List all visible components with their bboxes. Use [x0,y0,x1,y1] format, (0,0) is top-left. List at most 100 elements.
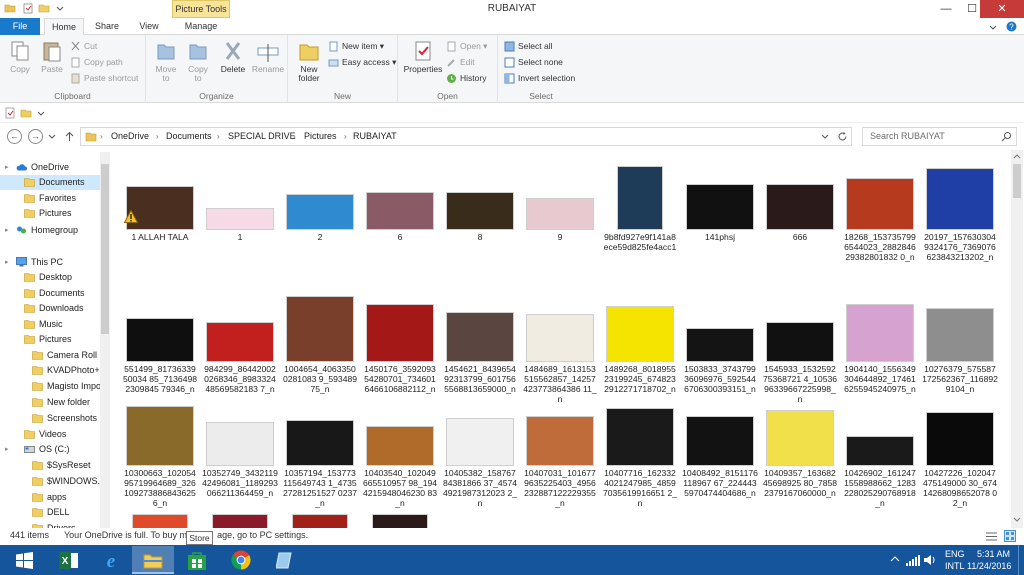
rename-button[interactable]: Rename [250,39,286,74]
minimize-button[interactable]: — [932,0,960,18]
clock-date[interactable]: 11/24/2016 [967,561,1011,571]
input-language[interactable]: ENG [945,549,965,559]
file-item[interactable]: 10409357_16368245698925 80_7858237916706… [762,386,838,514]
file-item[interactable]: 10357194_153773115649743 1_4735272812515… [282,386,358,514]
tab-file[interactable]: File [0,18,40,35]
store-button[interactable] [176,546,218,574]
nav-item[interactable]: Documents [0,175,100,190]
start-button[interactable] [4,546,46,574]
breadcrumb-chevron-icon[interactable]: › [100,128,103,145]
navigation-scroll-thumb[interactable] [101,164,109,334]
customize-qat-icon[interactable] [36,108,46,118]
select-all-button[interactable]: Select all [504,39,553,53]
breadcrumb-chevron-icon[interactable]: › [293,128,296,145]
close-button[interactable]: ✕ [980,0,1024,18]
expand-arrow-icon[interactable]: ▸ [5,223,9,238]
paste-shortcut-button[interactable]: Paste shortcut [70,71,138,85]
nav-item[interactable]: Camera Roll [0,348,100,363]
file-item[interactable]: 8 [442,150,518,278]
edit-button[interactable]: Edit [446,55,475,69]
breadcrumb-chevron-icon[interactable]: › [217,128,220,145]
nav-item[interactable]: ▸ This PC [0,255,100,270]
nav-item[interactable]: Videos [0,427,100,442]
file-item[interactable]: 20197_1576303049324176_73690766238432132… [922,150,998,278]
nav-item[interactable]: Favorites [0,191,100,206]
file-item[interactable]: 10403540_102049665510957 98_194421594804… [362,386,438,514]
move-to-button[interactable]: Move to [152,39,180,83]
recent-locations-icon[interactable] [48,133,56,141]
file-item[interactable]: 10407031_1016779635225403_49562328871222… [522,386,598,514]
expand-arrow-icon[interactable]: ▸ [5,255,9,270]
clock-time[interactable]: 5:31 AM [977,549,1010,559]
app-button[interactable] [264,546,306,574]
new-item-button[interactable]: New item ▾ [328,39,384,53]
show-hidden-icons-icon[interactable] [890,555,900,563]
breadcrumb-rubaiyat[interactable]: RUBAIYAT [353,128,397,145]
new-folder-button[interactable]: New folder [294,39,324,83]
nav-item[interactable]: $SysReset [0,458,100,473]
expand-arrow-icon[interactable]: ▸ [5,160,9,175]
breadcrumb-documents[interactable]: Documents [166,128,212,145]
nav-item[interactable]: Desktop [0,270,100,285]
nav-item[interactable]: ▸ OneDrive [0,160,100,175]
tab-home[interactable]: Home [44,18,84,35]
keyboard-layout[interactable]: INTL [945,561,965,571]
excel-button[interactable]: X [48,546,90,574]
breadcrumb-chevron-icon[interactable]: › [156,128,159,145]
expand-ribbon-icon[interactable] [988,22,998,32]
file-item[interactable]: 10407716_1623324021247985_48597035619916… [602,386,678,514]
nav-item[interactable]: Music [0,317,100,332]
file-item[interactable]: 10427226_102047475149000 30_674142680986… [922,386,998,514]
cut-button[interactable]: Cut [70,39,97,53]
open-button[interactable]: Open ▾ [446,39,487,53]
file-item[interactable]: 141phsj [682,150,758,278]
file-item[interactable]: 666 [762,150,838,278]
content-scroll-thumb[interactable] [1013,164,1021,198]
file-item[interactable]: 1 ALLAH TALA [122,150,198,278]
search-icon[interactable] [1001,131,1012,142]
volume-icon[interactable] [924,554,937,566]
content-scrollbar[interactable] [1011,150,1023,528]
nav-item[interactable]: Screenshots [0,411,100,426]
file-item[interactable]: 10352749_343211942496081_118929306621136… [202,386,278,514]
back-button[interactable]: ← [7,129,22,144]
breadcrumb-special-drive[interactable]: SPECIAL DRIVE [228,128,296,145]
file-item[interactable]: 10405382_15876784381866 37_4574492198731… [442,386,518,514]
customize-qat-icon[interactable] [54,2,66,14]
properties-icon[interactable] [22,2,34,14]
tab-view[interactable]: View [130,18,168,35]
nav-item[interactable]: Pictures [0,332,100,347]
easy-access-button[interactable]: Easy access ▾ [328,55,396,69]
file-item[interactable]: 6 [362,150,438,278]
refresh-icon[interactable] [837,131,848,142]
chrome-button[interactable] [220,546,262,574]
nav-item[interactable]: ▸ OS (C:) [0,442,100,457]
nav-item[interactable]: Pictures [0,206,100,221]
paste-button[interactable]: Paste [38,39,66,74]
nav-item[interactable]: Documents [0,286,100,301]
nav-item[interactable]: KVADPhoto+ [0,363,100,378]
expand-arrow-icon[interactable]: ▸ [5,442,9,457]
internet-explorer-button[interactable]: e [90,546,132,574]
nav-item[interactable]: apps [0,490,100,505]
properties-button[interactable]: Properties [402,39,444,74]
network-icon[interactable] [906,554,920,566]
history-button[interactable]: History [446,71,486,85]
tab-share[interactable]: Share [88,18,126,35]
invert-selection-button[interactable]: Invert selection [504,71,575,85]
file-item[interactable] [362,508,438,528]
folder-icon[interactable] [4,2,16,14]
large-icons-view-icon[interactable] [1004,530,1016,542]
nav-item[interactable]: Magisto Impo [0,379,101,394]
nav-item[interactable]: Downloads [0,301,100,316]
new-folder-icon[interactable] [38,2,50,14]
nav-item[interactable]: DELL [0,505,100,520]
nav-item[interactable]: New folder [0,395,100,410]
new-folder-icon[interactable] [20,107,32,119]
file-item[interactable] [282,508,358,528]
file-item[interactable] [202,508,278,528]
copy-button[interactable]: Copy [6,39,34,74]
nav-item[interactable]: $WINDOWS.~ [0,474,105,489]
file-item[interactable]: 18268_1537357996544023_28828462938280183… [842,150,918,278]
nav-item[interactable]: ▸ Homegroup [0,223,100,238]
